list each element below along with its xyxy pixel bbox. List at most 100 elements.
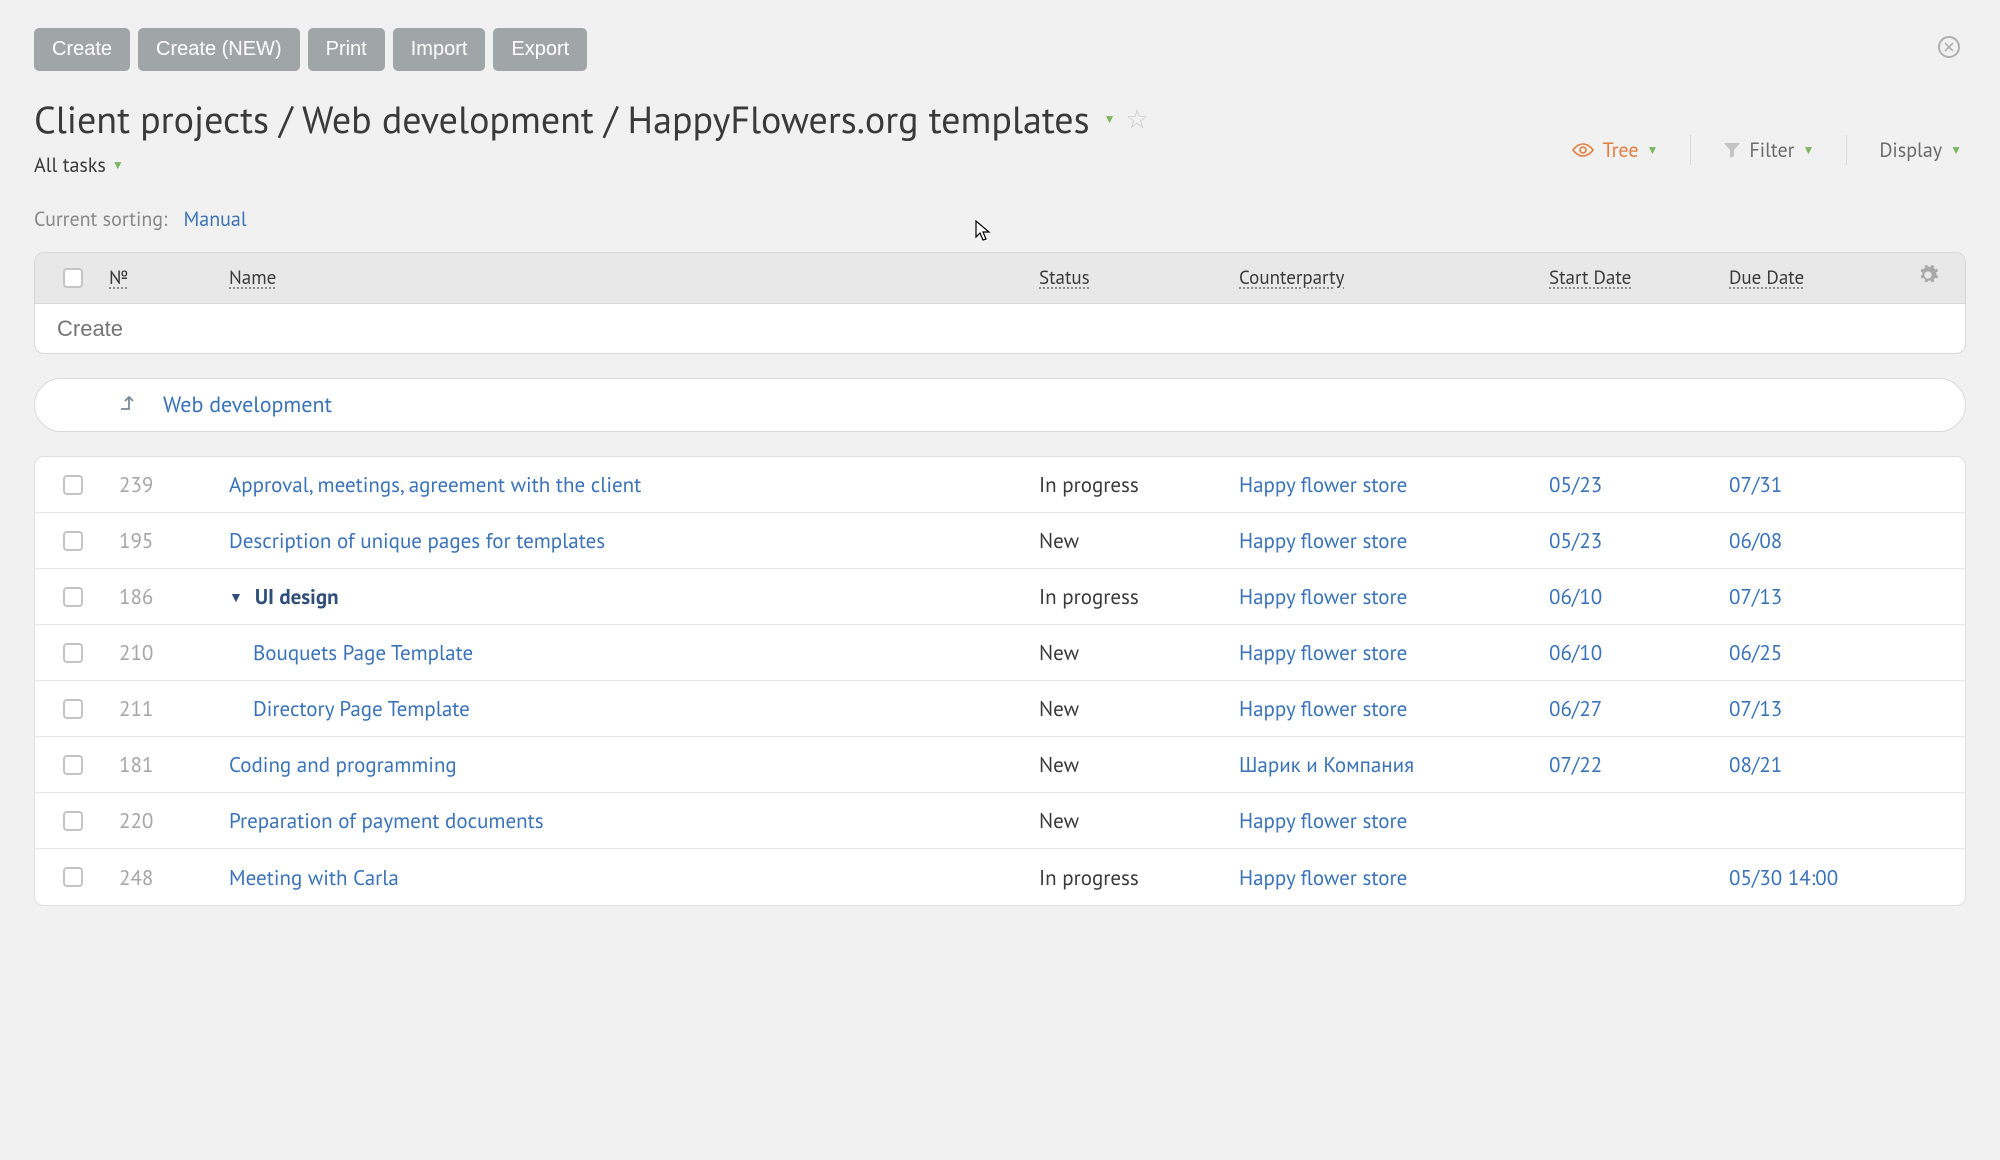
row-start-date: 06/27	[1543, 687, 1723, 730]
close-icon[interactable]	[1938, 36, 1960, 58]
row-counterparty[interactable]: Happy flower store	[1233, 856, 1543, 899]
row-name[interactable]: Directory Page Template	[223, 687, 1033, 730]
row-counterparty[interactable]: Happy flower store	[1233, 631, 1543, 674]
table-row[interactable]: 195Description of unique pages for templ…	[35, 513, 1965, 569]
display-toggle[interactable]: Display ▼	[1875, 137, 1966, 163]
row-checkbox[interactable]	[63, 867, 83, 887]
row-due-date	[1723, 813, 1903, 829]
row-checkbox[interactable]	[63, 531, 83, 551]
row-status: New	[1033, 799, 1233, 842]
select-all-checkbox[interactable]	[63, 268, 83, 288]
row-counterparty[interactable]: Happy flower store	[1233, 575, 1543, 618]
row-counterparty[interactable]: Happy flower store	[1233, 799, 1543, 842]
col-start-date[interactable]: Start Date	[1543, 266, 1723, 290]
caret-down-icon: ▼	[1647, 143, 1659, 158]
row-status: In progress	[1033, 463, 1233, 506]
print-button[interactable]: Print	[308, 28, 385, 71]
row-name[interactable]: Bouquets Page Template	[223, 631, 1033, 674]
quick-create-input[interactable]	[57, 316, 1943, 342]
col-name[interactable]: Name	[223, 266, 1033, 290]
row-number: 186	[103, 575, 223, 618]
row-checkbox[interactable]	[63, 811, 83, 831]
expand-caret-icon[interactable]: ▼	[229, 588, 243, 606]
row-start-date: 05/23	[1543, 519, 1723, 562]
row-start-date: 06/10	[1543, 631, 1723, 674]
table-header: № Name Status Counterparty Start Date Du…	[34, 252, 1966, 304]
breadcrumb[interactable]: Client projects / Web development / Happ…	[34, 95, 1149, 144]
import-button[interactable]: Import	[393, 28, 486, 71]
row-checkbox[interactable]	[63, 587, 83, 607]
parent-folder-link[interactable]: Web development	[163, 391, 332, 419]
sorting-row: Current sorting: Manual	[34, 206, 1966, 232]
filter-toggle[interactable]: Filter ▼	[1719, 137, 1818, 163]
row-status: In progress	[1033, 856, 1233, 899]
task-title: Coding and programming	[229, 751, 457, 778]
sorting-label: Current sorting:	[34, 206, 167, 232]
col-status[interactable]: Status	[1033, 266, 1233, 290]
task-title: Directory Page Template	[229, 695, 470, 722]
row-number: 220	[103, 799, 223, 842]
row-number: 195	[103, 519, 223, 562]
row-name[interactable]: Description of unique pages for template…	[223, 519, 1033, 562]
table-row[interactable]: 181Coding and programmingNewШарик и Комп…	[35, 737, 1965, 793]
task-title: Description of unique pages for template…	[229, 527, 605, 554]
row-status: In progress	[1033, 575, 1233, 618]
task-title: Bouquets Page Template	[229, 639, 473, 666]
top-toolbar: Create Create (NEW) Print Import Export	[34, 28, 1966, 71]
row-checkbox[interactable]	[63, 643, 83, 663]
row-name[interactable]: Approval, meetings, agreement with the c…	[223, 463, 1033, 506]
table-row[interactable]: 239Approval, meetings, agreement with th…	[35, 457, 1965, 513]
display-label: Display	[1879, 137, 1942, 163]
row-number: 248	[103, 856, 223, 899]
task-title: Approval, meetings, agreement with the c…	[229, 471, 641, 498]
filter-label: Filter	[1749, 137, 1794, 163]
row-due-date: 07/13	[1723, 575, 1903, 618]
row-checkbox[interactable]	[63, 475, 83, 495]
view-tree-toggle[interactable]: Tree ▼	[1567, 137, 1663, 163]
col-counterparty[interactable]: Counterparty	[1233, 266, 1543, 290]
caret-down-icon: ▼	[1802, 143, 1814, 158]
row-number: 210	[103, 631, 223, 674]
row-number: 239	[103, 463, 223, 506]
table-row[interactable]: 186 ▼ UI design In progressHappy flower sto…	[35, 569, 1965, 625]
row-name[interactable]: Meeting with Carla	[223, 856, 1033, 899]
row-status: New	[1033, 687, 1233, 730]
export-button[interactable]: Export	[493, 28, 587, 71]
row-start-date	[1543, 813, 1723, 829]
table-row[interactable]: 211Directory Page TemplateNewHappy flowe…	[35, 681, 1965, 737]
row-due-date: 05/30 14:00	[1723, 856, 1903, 899]
parent-folder-row[interactable]: Web development	[34, 378, 1966, 432]
row-counterparty[interactable]: Happy flower store	[1233, 687, 1543, 730]
col-num[interactable]: №	[103, 266, 223, 290]
scope-filter-label: All tasks	[34, 152, 106, 178]
breadcrumb-caret-icon[interactable]: ▼	[1104, 112, 1116, 127]
row-checkbox[interactable]	[63, 755, 83, 775]
row-name[interactable]: Preparation of payment documents	[223, 799, 1033, 842]
row-counterparty[interactable]: Happy flower store	[1233, 519, 1543, 562]
row-name[interactable]: Coding and programming	[223, 743, 1033, 786]
table-row[interactable]: 220Preparation of payment documentsNewHa…	[35, 793, 1965, 849]
row-counterparty[interactable]: Happy flower store	[1233, 463, 1543, 506]
row-start-date	[1543, 869, 1723, 885]
create-button[interactable]: Create	[34, 28, 130, 71]
task-title: UI design	[255, 583, 339, 610]
sorting-value-link[interactable]: Manual	[183, 206, 246, 232]
table-row[interactable]: 210Bouquets Page TemplateNewHappy flower…	[35, 625, 1965, 681]
create-new-button[interactable]: Create (NEW)	[138, 28, 300, 71]
star-icon[interactable]: ☆	[1126, 103, 1149, 136]
divider	[1690, 135, 1691, 165]
row-name[interactable]: ▼ UI design	[223, 575, 1033, 618]
table-row[interactable]: 248Meeting with CarlaIn progressHappy fl…	[35, 849, 1965, 905]
row-due-date: 07/13	[1723, 687, 1903, 730]
row-due-date: 06/08	[1723, 519, 1903, 562]
divider	[1846, 135, 1847, 165]
quick-create-row[interactable]	[34, 304, 1966, 354]
scope-filter[interactable]: All tasks ▼	[34, 152, 1149, 178]
gear-icon[interactable]	[1903, 264, 1953, 293]
row-counterparty[interactable]: Шарик и Компания	[1233, 743, 1543, 786]
breadcrumb-text: Client projects / Web development / Happ…	[34, 95, 1090, 144]
filter-icon	[1723, 141, 1741, 159]
up-arrow-icon	[115, 391, 137, 420]
row-checkbox[interactable]	[63, 699, 83, 719]
col-due-date[interactable]: Due Date	[1723, 266, 1903, 290]
